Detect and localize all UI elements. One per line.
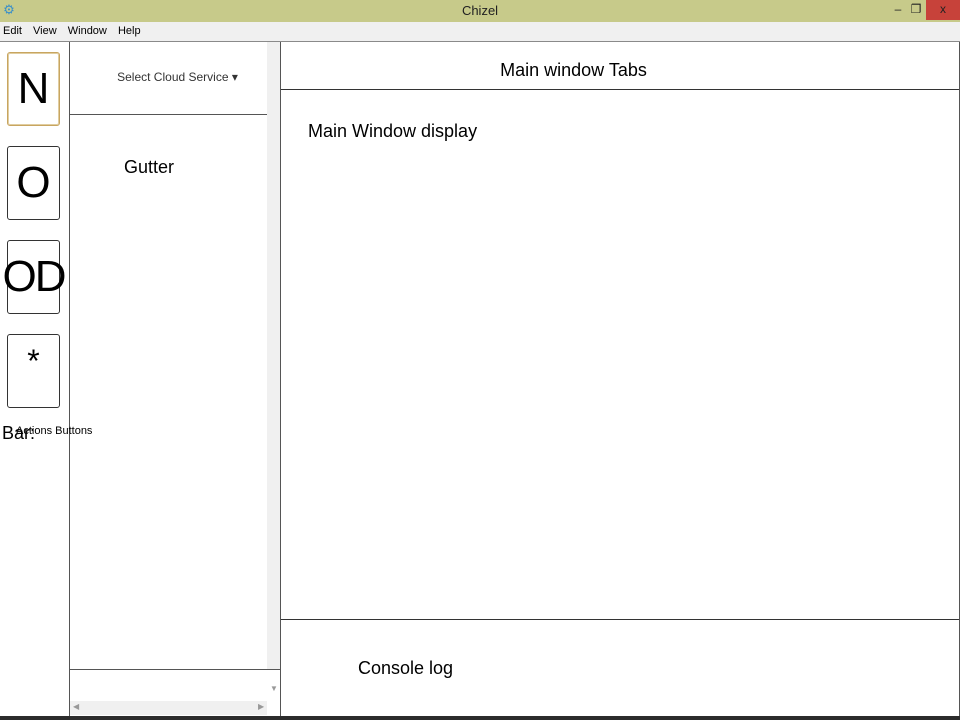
menu-window[interactable]: Window <box>64 22 111 41</box>
minimize-button[interactable]: – <box>888 0 908 20</box>
side-bar: N O OD * de Bar: <box>0 42 70 720</box>
action-button-star[interactable]: * <box>7 334 60 408</box>
menu-edit[interactable]: Edit <box>0 22 26 41</box>
action-button-n[interactable]: N <box>7 52 60 126</box>
gutter-label: Gutter <box>124 157 175 177</box>
gutter-footer-scrollbar[interactable]: ▼ <box>267 670 280 715</box>
gutter-header: Select Cloud Service ▾ <box>70 42 267 115</box>
tabs-label: Main window Tabs <box>500 60 647 80</box>
console-log-panel[interactable]: Console log <box>281 619 959 721</box>
scroll-right-icon[interactable]: ▶ <box>258 702 264 711</box>
main-window: Main window Tabs Main Window display Con… <box>281 42 960 720</box>
menu-view[interactable]: View <box>29 22 61 41</box>
cloud-service-select[interactable]: Select Cloud Service ▾ <box>70 70 285 84</box>
scroll-down-icon[interactable]: ▼ <box>270 684 278 693</box>
console-log-label: Console log <box>358 658 454 678</box>
title-bar: ⚙ Chizel – ❐ x <box>0 0 960 22</box>
gutter-horizontal-scrollbar[interactable]: ◀ ▶ <box>70 701 267 715</box>
taskbar-strip <box>0 716 960 720</box>
action-button-od[interactable]: OD <box>3 240 67 314</box>
scroll-left-icon[interactable]: ◀ <box>73 702 79 711</box>
gutter-vertical-scrollbar[interactable] <box>267 42 280 670</box>
menu-help[interactable]: Help <box>114 22 145 41</box>
action-button-o[interactable]: O <box>7 146 60 220</box>
close-button[interactable]: x <box>926 0 960 20</box>
maximize-button[interactable]: ❐ <box>906 0 926 20</box>
window-title: Chizel <box>461 3 499 18</box>
main-window-display-label: Main Window display <box>308 121 478 141</box>
gutter-divider <box>70 669 280 670</box>
menu-bar: Edit View Window Help <box>0 22 960 42</box>
main-window-tabs[interactable]: Main window Tabs <box>281 42 959 90</box>
actions-buttons-label: Actions Buttons <box>16 425 93 437</box>
gutter-panel: Select Cloud Service ▾ Gutter ▼ ◀ ▶ <box>70 42 281 720</box>
